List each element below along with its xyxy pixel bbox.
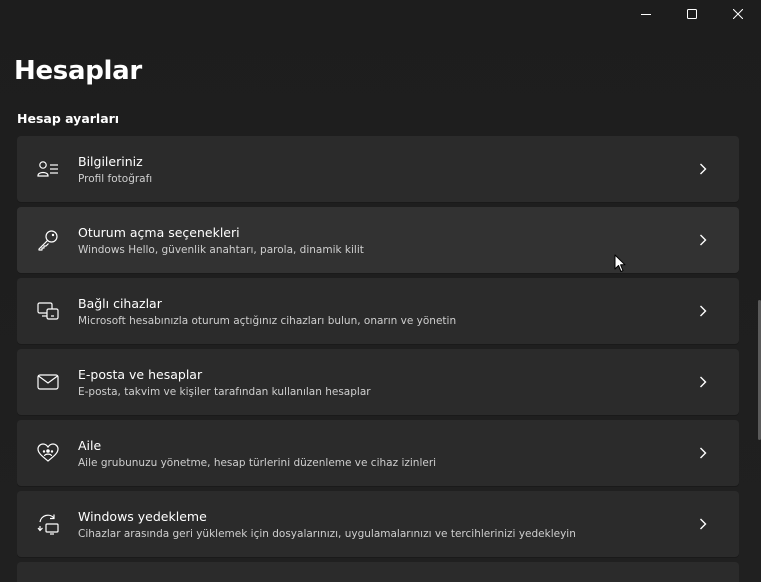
settings-item-aile[interactable]: Aile Aile grubunuzu yönetme, hesap türle… (17, 420, 739, 486)
person-card-icon (36, 158, 60, 180)
minimize-icon (641, 14, 651, 15)
chevron-right-icon (697, 233, 709, 247)
backup-sync-icon (36, 513, 60, 535)
settings-list: Bilgileriniz Profil fotoğrafı Oturum açm… (17, 136, 739, 582)
heart-family-icon (36, 442, 60, 464)
settings-item-subtitle: E-posta, takvim ve kişiler tarafından ku… (78, 386, 371, 398)
page-title: Hesaplar (14, 56, 142, 86)
settings-item-subtitle: Windows Hello, güvenlik anahtarı, parola… (78, 244, 364, 256)
settings-item-title: E-posta ve hesaplar (78, 367, 203, 382)
settings-item-title: Windows yedekleme (78, 509, 207, 524)
settings-item-bilgileriniz[interactable]: Bilgileriniz Profil fotoğrafı (17, 136, 739, 202)
close-icon (733, 9, 743, 19)
settings-item-title: Oturum açma seçenekleri (78, 225, 240, 240)
mail-icon (36, 371, 60, 393)
maximize-icon (687, 9, 697, 19)
settings-window: Hesaplar Hesap ayarları Bilgileriniz Pro… (0, 0, 761, 582)
chevron-right-icon (697, 304, 709, 318)
mouse-cursor-icon (614, 254, 626, 272)
chevron-right-icon (697, 446, 709, 460)
settings-item-bagli-cihazlar[interactable]: Bağlı cihazlar Microsoft hesabınızla otu… (17, 278, 739, 344)
title-bar-controls (623, 0, 761, 28)
settings-item-windows-yedekleme[interactable]: Windows yedekleme Cihazlar arasında geri… (17, 491, 739, 557)
chevron-right-icon (697, 375, 709, 389)
devices-icon (36, 300, 60, 322)
settings-item-title: Bilgileriniz (78, 154, 143, 169)
section-title: Hesap ayarları (17, 111, 120, 126)
chevron-right-icon (697, 162, 709, 176)
settings-item-subtitle: Cihazlar arasında geri yüklemek için dos… (78, 528, 576, 540)
maximize-button[interactable] (669, 0, 715, 28)
chevron-right-icon (697, 517, 709, 531)
key-icon (36, 229, 60, 251)
settings-item-oturum-acma-secenekleri[interactable]: Oturum açma seçenekleri Windows Hello, g… (17, 207, 739, 273)
close-button[interactable] (715, 0, 761, 28)
settings-item-subtitle: Microsoft hesabınızla oturum açtığınız c… (78, 315, 457, 327)
settings-item-subtitle: Aile grubunuzu yönetme, hesap türlerini … (78, 457, 437, 469)
settings-item-e-posta-ve-hesaplar[interactable]: E-posta ve hesaplar E-posta, takvim ve k… (17, 349, 739, 415)
settings-item-title: Aile (78, 438, 102, 453)
settings-item-subtitle: Profil fotoğrafı (78, 173, 153, 185)
settings-item-partial[interactable] (17, 562, 739, 582)
settings-item-title: Bağlı cihazlar (78, 296, 162, 311)
minimize-button[interactable] (623, 0, 669, 28)
